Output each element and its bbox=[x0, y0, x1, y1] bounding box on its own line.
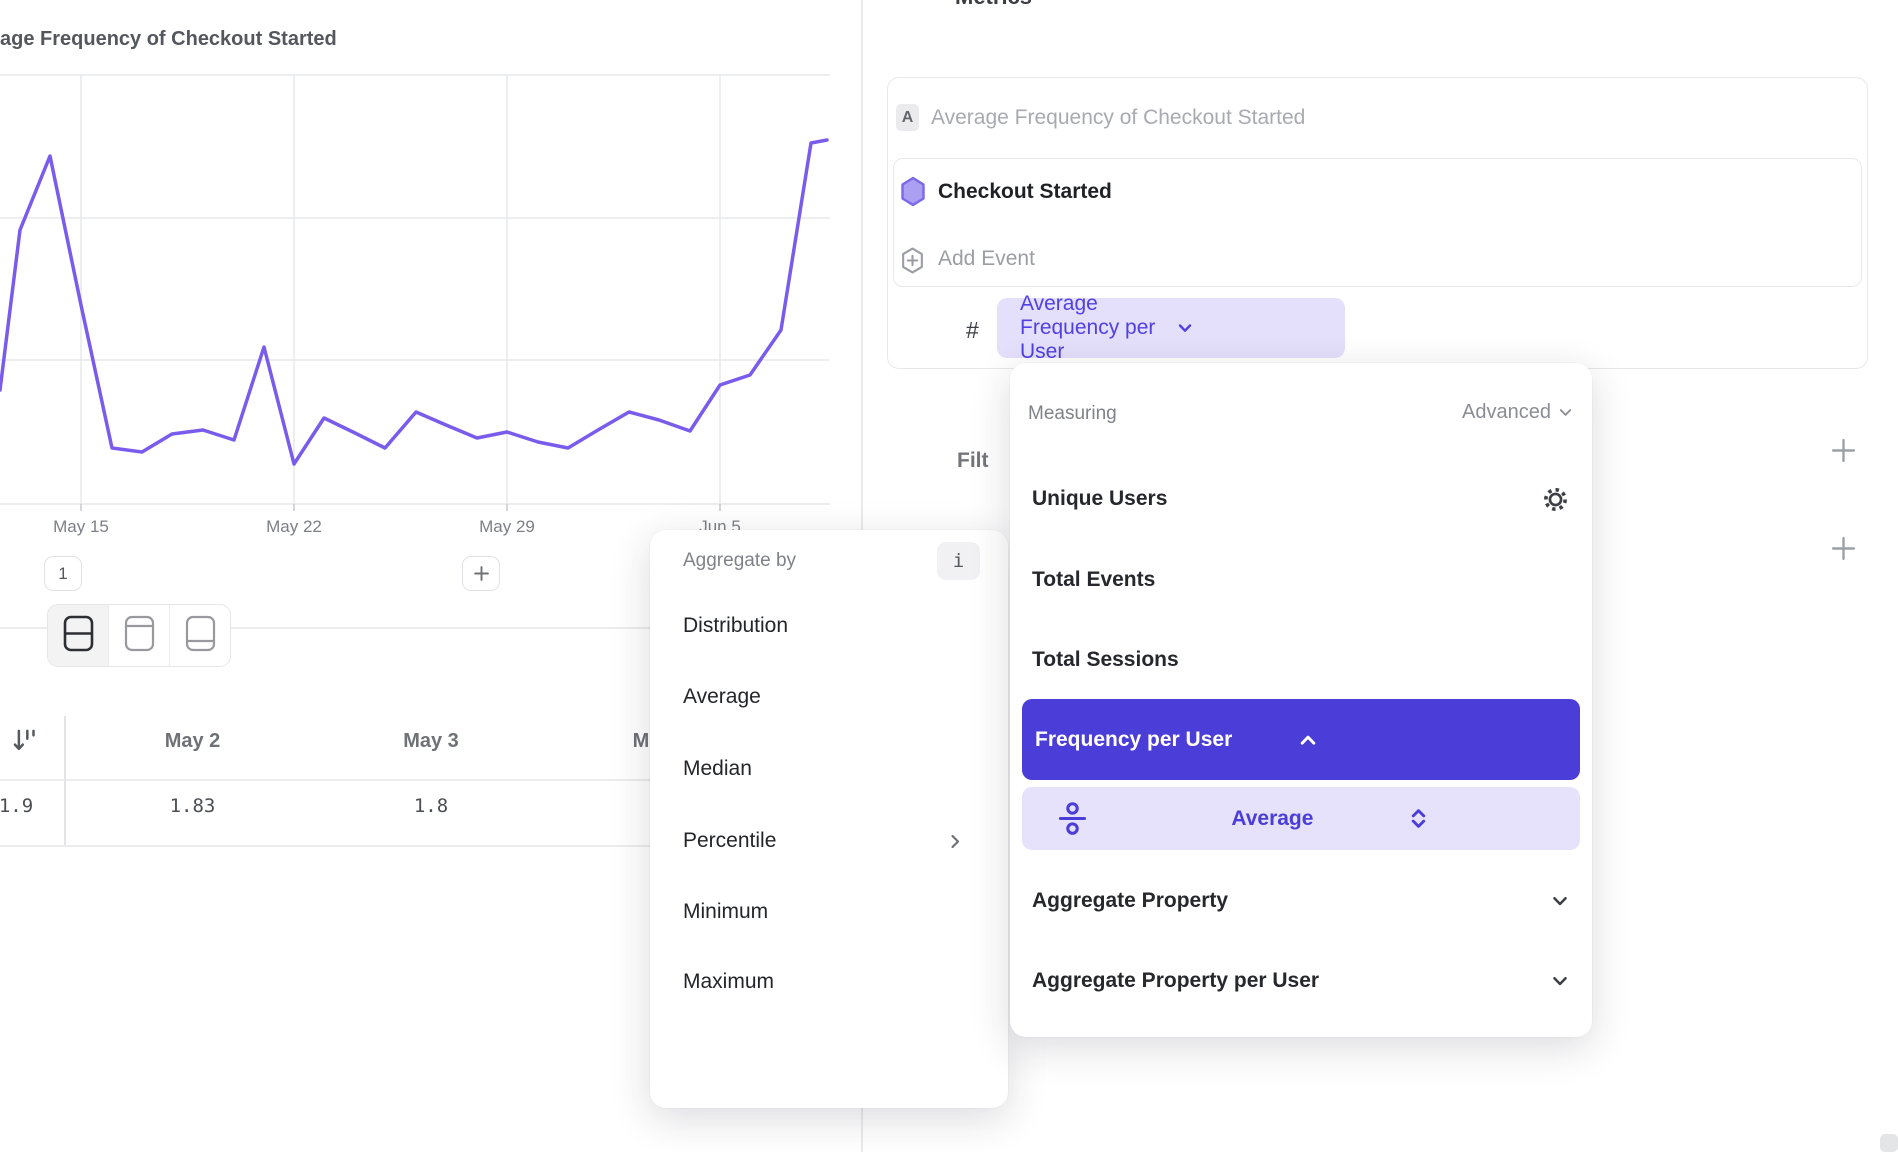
filters-section-title-clipped: Filt bbox=[957, 449, 989, 473]
x-axis-label: May 22 bbox=[254, 517, 334, 537]
add-filter-button[interactable] bbox=[1828, 435, 1858, 465]
bottom-pane-icon bbox=[185, 615, 216, 657]
info-glyph: i bbox=[953, 550, 964, 572]
plus-icon bbox=[1830, 437, 1857, 464]
plus-icon bbox=[1830, 535, 1857, 562]
aggregate-by-header: Aggregate by bbox=[683, 550, 796, 572]
advanced-label: Advanced bbox=[1462, 401, 1551, 424]
measurement-dropdown-label: Average Frequency per User bbox=[1020, 292, 1176, 364]
up-down-chevrons-icon bbox=[1408, 807, 1562, 830]
menu-item-minimum[interactable]: Minimum bbox=[683, 900, 768, 924]
table-column-separator bbox=[64, 716, 66, 845]
gear-icon[interactable] bbox=[1541, 485, 1570, 519]
add-event-button[interactable]: Add Event bbox=[938, 247, 1035, 271]
menu-item-percentile[interactable]: Percentile bbox=[683, 829, 776, 853]
selected-item-label: Frequency per User bbox=[1035, 728, 1298, 752]
metric-letter-badge: A bbox=[896, 104, 919, 131]
chevron-down-icon bbox=[1550, 971, 1570, 996]
plus-icon bbox=[473, 565, 490, 582]
chevron-down-icon bbox=[1550, 891, 1570, 916]
sort-icon[interactable] bbox=[0, 726, 52, 762]
chevron-down-icon bbox=[1557, 404, 1574, 421]
menu-item-aggregate-property[interactable]: Aggregate Property bbox=[1032, 889, 1228, 913]
hash-symbol: # bbox=[966, 317, 979, 344]
top-pane-icon bbox=[124, 615, 155, 657]
menu-item-unique-users[interactable]: Unique Users bbox=[1032, 487, 1167, 511]
event-name[interactable]: Checkout Started bbox=[938, 180, 1112, 204]
menu-item-average[interactable]: Average bbox=[683, 685, 761, 709]
table-cell: 1.83 bbox=[64, 795, 321, 817]
event-hexagon-icon bbox=[901, 176, 925, 212]
metric-title-input[interactable]: Average Frequency of Checkout Started bbox=[931, 106, 1305, 130]
info-icon[interactable]: i bbox=[937, 542, 980, 580]
advanced-toggle[interactable]: Advanced bbox=[1462, 401, 1574, 424]
aggregate-by-menu: Aggregate by i Distribution Average Medi… bbox=[650, 530, 1008, 1108]
table-cell-clipped: 1.9 bbox=[0, 795, 52, 817]
chevron-down-icon bbox=[1176, 319, 1332, 337]
page-number-label: 1 bbox=[58, 564, 67, 584]
add-breakdown-button[interactable] bbox=[1828, 533, 1858, 563]
chevron-right-icon bbox=[946, 832, 964, 855]
menu-item-total-events[interactable]: Total Events bbox=[1032, 568, 1155, 592]
measuring-menu: Measuring Advanced Unique Users Total Ev… bbox=[1010, 363, 1592, 1037]
layout-toggle-group bbox=[47, 604, 231, 667]
menu-item-average-sub-selected[interactable]: Average bbox=[1022, 787, 1580, 850]
table-cell: 1.8 bbox=[321, 795, 541, 817]
resize-corner-handle[interactable] bbox=[1880, 1134, 1898, 1152]
split-rows-icon bbox=[63, 615, 94, 657]
menu-item-total-sessions[interactable]: Total Sessions bbox=[1032, 648, 1179, 672]
event-card bbox=[893, 158, 1862, 287]
app-window: age Frequency of Checkout Started May 15… bbox=[0, 0, 1898, 1152]
x-axis-label: May 29 bbox=[467, 517, 547, 537]
chart-title: age Frequency of Checkout Started bbox=[0, 28, 337, 51]
menu-item-median[interactable]: Median bbox=[683, 757, 752, 781]
metrics-section-title: Metrics bbox=[955, 0, 1032, 10]
line-chart[interactable] bbox=[0, 60, 830, 520]
add-button[interactable] bbox=[462, 556, 500, 591]
measuring-header: Measuring bbox=[1028, 403, 1117, 425]
table-column-header[interactable]: May 3 bbox=[321, 730, 541, 753]
menu-item-distribution[interactable]: Distribution bbox=[683, 614, 788, 638]
layout-chart-only-button[interactable] bbox=[108, 605, 169, 666]
menu-item-aggregate-property-per-user[interactable]: Aggregate Property per User bbox=[1032, 969, 1319, 993]
x-axis-label: May 15 bbox=[41, 517, 121, 537]
layout-split-view-button[interactable] bbox=[48, 605, 108, 666]
table-column-header[interactable]: May 2 bbox=[64, 730, 321, 753]
chevron-up-icon bbox=[1298, 730, 1561, 750]
layout-table-only-button[interactable] bbox=[169, 605, 230, 666]
measurement-dropdown-button[interactable]: Average Frequency per User bbox=[997, 298, 1345, 358]
add-event-icon bbox=[901, 247, 924, 279]
menu-item-maximum[interactable]: Maximum bbox=[683, 970, 774, 994]
sub-selected-label: Average bbox=[1231, 807, 1385, 831]
average-divide-icon bbox=[1055, 801, 1209, 836]
menu-item-frequency-per-user-selected[interactable]: Frequency per User bbox=[1022, 699, 1580, 780]
page-number-button[interactable]: 1 bbox=[44, 556, 82, 591]
